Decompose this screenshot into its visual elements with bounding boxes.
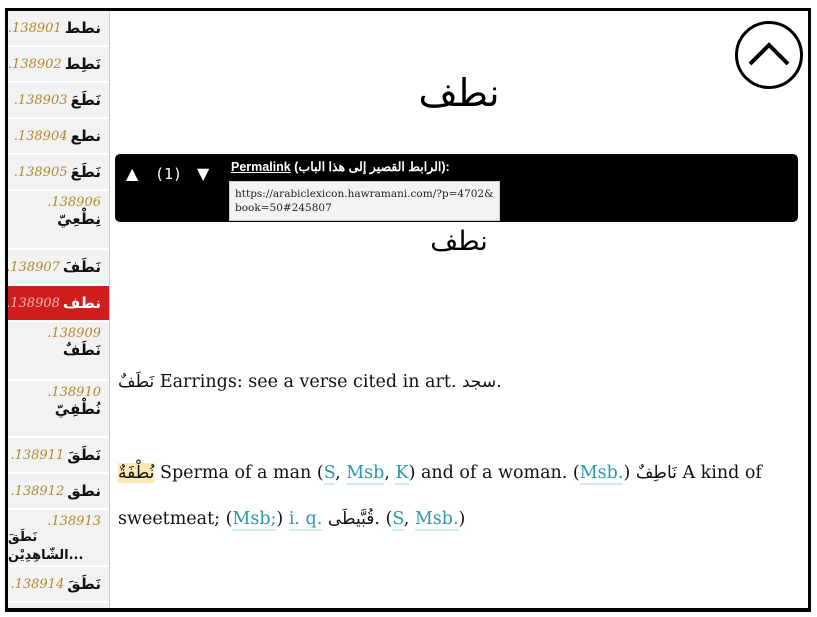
entry-text: ,	[403, 509, 415, 529]
source-link[interactable]: K	[395, 463, 409, 485]
source-link[interactable]: Msb.	[579, 463, 624, 485]
main-content: نطف ▲ (1) ▼ Permalink (الرابط القصير إلى…	[110, 11, 808, 608]
sidebar-item-word: نَطَقَ الشّاهِدِيْن...	[8, 530, 84, 563]
sidebar-item-word: نِطْعِيّ	[57, 210, 101, 228]
sidebar-item-number: .138906	[47, 195, 101, 210]
sidebar-item[interactable]: .138910 نُطْفِيّ	[8, 381, 109, 438]
sidebar-item[interactable]: .138906 نِطْعِيّ	[8, 191, 109, 250]
entry-paragraph-2: نُطْفَةٌ Sperma of a man (S, Msb, K) and…	[118, 450, 798, 542]
sidebar-item[interactable]: .138913 نَطَقَ الشّاهِدِيْن...	[8, 510, 109, 567]
sidebar-item-number: .138902	[7, 56, 62, 72]
sidebar-item-number: .138913	[47, 514, 101, 529]
source-link[interactable]: S	[392, 509, 404, 531]
sidebar-item[interactable]: .138909 نَطَفٌ	[8, 322, 109, 381]
sidebar-item[interactable]: .138907 نَطَفَ	[8, 250, 109, 286]
sidebar-item-word: نطط	[64, 19, 101, 37]
entry-text: )	[623, 463, 636, 483]
sidebar-item-word: نَطِط	[64, 55, 101, 73]
page-title: نطف	[418, 71, 500, 115]
entry-arabic-term: نَاطِفٌ	[635, 463, 677, 483]
entry-text: )	[276, 509, 289, 529]
entry-text: ) and of a woman. (	[408, 463, 580, 483]
entry-arabic-term: قُبَّيطَى	[327, 509, 375, 529]
sidebar-item-word: نَطَعَ	[70, 91, 102, 109]
sidebar-item[interactable]: .138901 نطط	[8, 11, 109, 47]
source-link[interactable]: Msb.	[414, 509, 459, 531]
sidebar-item[interactable]: .138903 نَطَعَ	[8, 83, 109, 119]
entry-count: (1)	[155, 165, 183, 183]
sidebar-item[interactable]: .138911 نَطَقَ	[8, 438, 109, 474]
source-link[interactable]: S	[323, 463, 336, 485]
entry-text: )	[458, 509, 466, 529]
sidebar-item-word: نطع	[70, 127, 102, 145]
sidebar: .138901 نطط .138902 نَطِط .138903 نَطَعَ…	[8, 11, 110, 608]
sidebar-item-number: .138905	[13, 164, 68, 180]
entry-text: Sperma of a man (	[154, 463, 324, 483]
entry-text: Earrings: see a verse cited in art.	[154, 372, 462, 392]
permalink-arabic-label: (الرابط القصير إلى هذا الباب):	[294, 160, 450, 174]
sidebar-item-number: .138912	[10, 483, 65, 499]
entry-subtitle: نطف	[430, 226, 488, 257]
sidebar-item-number: .138907	[6, 259, 60, 275]
source-link[interactable]: i. q.	[288, 509, 323, 531]
sidebar-item-number: .138908	[6, 295, 60, 311]
permalink-header: Permalink (الرابط القصير إلى هذا الباب):	[231, 159, 450, 174]
sidebar-item[interactable]: .138905 نَطَعَ	[8, 155, 109, 191]
next-arrow-button[interactable]: ▼	[197, 164, 209, 183]
chevron-up-icon	[748, 42, 790, 66]
sidebar-item[interactable]: .138912 نطق	[8, 474, 109, 510]
sidebar-item-number: .138909	[47, 326, 101, 341]
sidebar-item-word: نَطَفٌ	[62, 341, 101, 359]
entry-nav-bar: ▲ (1) ▼ Permalink (الرابط القصير إلى هذا…	[115, 154, 798, 222]
entry-text: ,	[335, 463, 347, 483]
sidebar-item-word: نُطْفِيّ	[54, 400, 101, 418]
page-frame: .138901 نطط .138902 نَطِط .138903 نَطَعَ…	[5, 8, 811, 612]
permalink-url-field[interactable]: https://arabiclexicon.hawramani.com/?p=4…	[229, 181, 500, 221]
entry-text: ,	[384, 463, 396, 483]
entry-text: .	[496, 372, 502, 392]
entry-paragraph-1: نَطَفٌ Earrings: see a verse cited in ar…	[118, 359, 798, 405]
entry-text: . (	[374, 509, 393, 529]
sidebar-item-number: .138911	[10, 447, 65, 463]
sidebar-item-word: نطف	[62, 294, 101, 312]
sidebar-item[interactable]: .138902 نَطِط	[8, 47, 109, 83]
sidebar-item-word: نَطَقَ	[67, 446, 101, 464]
source-link[interactable]: Msb;	[232, 509, 277, 531]
sidebar-item-word: نطق	[67, 482, 101, 500]
sidebar-item-number: .138903	[13, 92, 68, 108]
prev-arrow-button[interactable]: ▲	[126, 164, 138, 183]
entry-reference[interactable]: سجد	[462, 372, 496, 392]
sidebar-item[interactable]: .138904 نطع	[8, 119, 109, 155]
sidebar-item-word: نَطَقَ	[67, 575, 101, 593]
entry-headword: نَطَفٌ	[118, 372, 155, 392]
source-link[interactable]: Msb	[346, 463, 385, 485]
sidebar-item[interactable]: .138914 نَطَقَ	[8, 567, 109, 603]
sidebar-item-number: .138910	[47, 385, 101, 400]
sidebar-item-number: .138901	[7, 20, 62, 36]
entry-headword: نُطْفَةٌ	[118, 463, 155, 483]
sidebar-item-word: نَطَعَ	[70, 163, 102, 181]
sidebar-item-number: .138914	[10, 576, 65, 592]
sidebar-item-word: نَطَفَ	[62, 258, 101, 276]
sidebar-item-number: .138904	[13, 128, 68, 144]
sidebar-item-active[interactable]: .138908 نطف	[8, 286, 109, 322]
permalink-link[interactable]: Permalink	[231, 160, 291, 174]
